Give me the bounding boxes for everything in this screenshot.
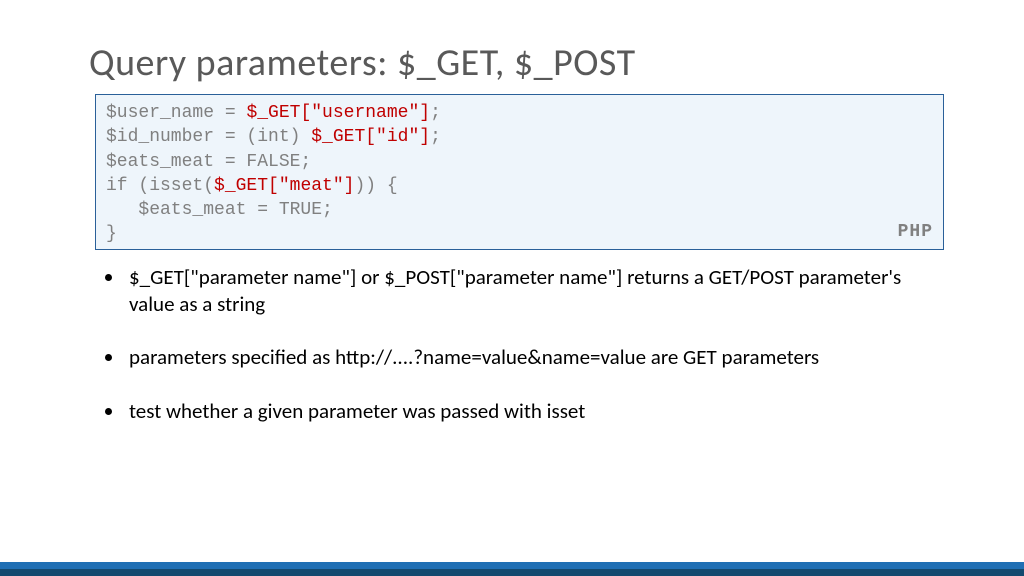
code-l4c: )) {: [354, 176, 397, 196]
code-l1a: $user_name =: [106, 103, 246, 123]
code-l5: $eats_meat = TRUE;: [106, 200, 333, 220]
code-language-label: PHP: [898, 220, 933, 244]
code-l4b: $_GET["meat"]: [214, 176, 354, 196]
bullet-list: $_GET["parameter name"] or $_POST["param…: [95, 264, 944, 425]
code-l4a: if (isset(: [106, 176, 214, 196]
code-l1b: $_GET["username"]: [246, 103, 430, 123]
list-item: $_GET["parameter name"] or $_POST["param…: [125, 264, 944, 319]
code-l2a: $id_number = (int): [106, 127, 311, 147]
code-l1c: ;: [430, 103, 441, 123]
slide-title: Query parameters: $_GET, $_POST: [89, 40, 944, 86]
code-l6: }: [106, 224, 117, 244]
code-block: $user_name = $_GET["username"]; $id_numb…: [95, 94, 944, 250]
list-item: parameters specified as http://....?name…: [125, 344, 944, 371]
list-item: test whether a given parameter was passe…: [125, 398, 944, 425]
slide: Query parameters: $_GET, $_POST $user_na…: [0, 0, 1024, 576]
code-l2b: $_GET["id"]: [311, 127, 430, 147]
code-l3: $eats_meat = FALSE;: [106, 152, 311, 172]
code-l2c: ;: [430, 127, 441, 147]
footer-accent-bar: [0, 562, 1024, 576]
footer-bar-top: [0, 562, 1024, 569]
footer-bar-bottom: [0, 569, 1024, 576]
